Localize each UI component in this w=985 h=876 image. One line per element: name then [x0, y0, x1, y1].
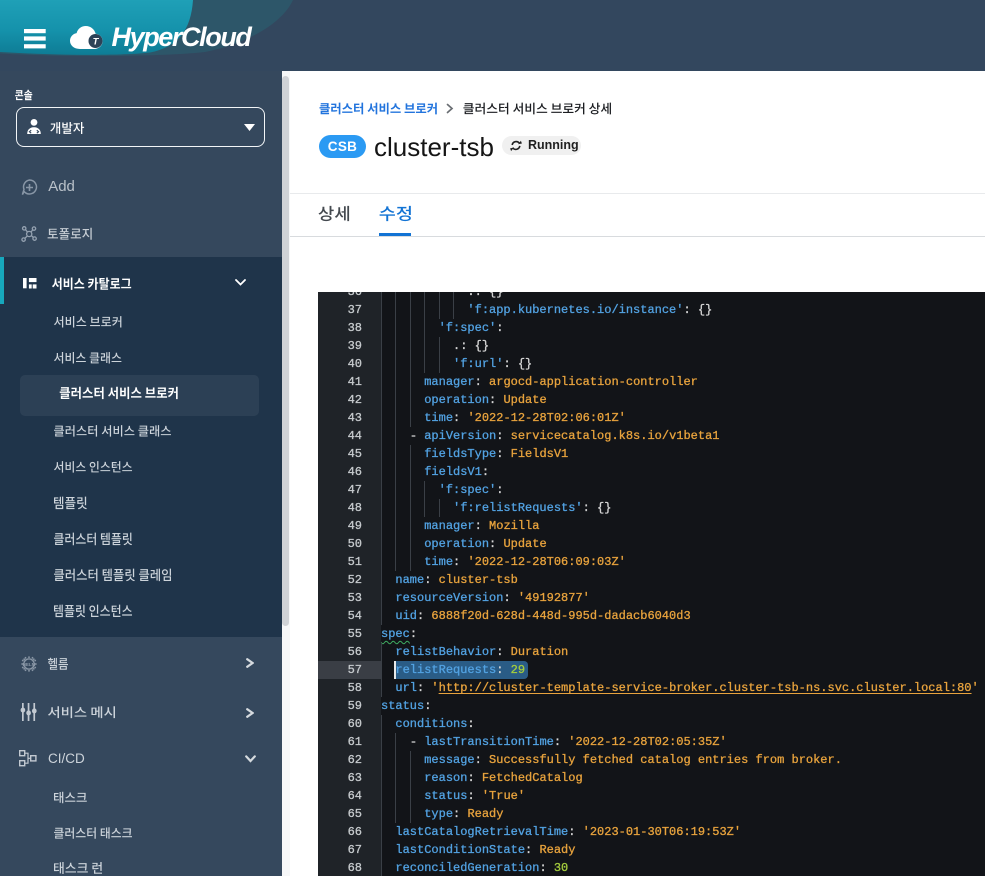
svg-text:HELM: HELM: [23, 662, 36, 667]
